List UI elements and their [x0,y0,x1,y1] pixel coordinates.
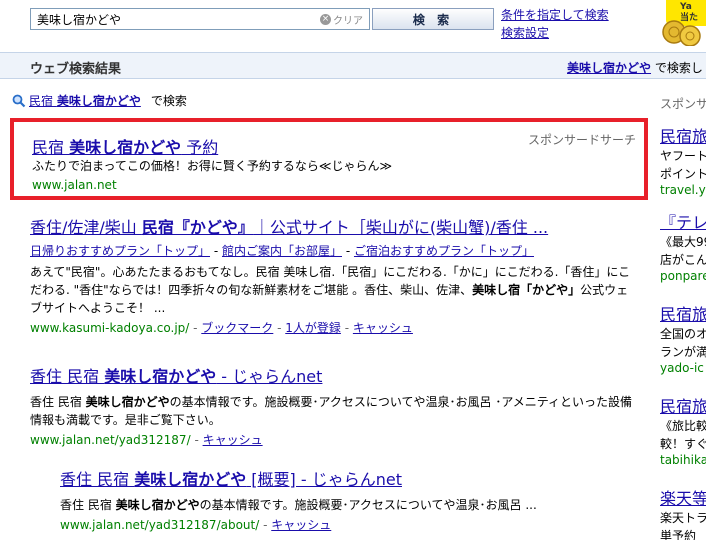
right-sponsored-column: スポンサ 民宿旅 ヤフートラ ポイントや travel.ya 『テレビ 《最大9… [660,95,706,540]
right-ad-line: 全国のオ [660,327,706,341]
also-search-suffix: で検索 [150,94,187,108]
result-snippet: 香住 民宿 美味し宿かどやの基本情報です。施設概要･アクセスについてや温泉･お風… [60,498,537,512]
right-ad-title[interactable]: 民宿旅 [660,123,706,147]
right-ad-line: 《最大99 [660,235,706,249]
clear-button[interactable]: × クリア [317,12,366,27]
results-query: 美味し宿かどや で検索し [567,59,703,76]
cache-link[interactable]: キャッシュ [203,433,263,447]
result-url-line: www.kasumi-kadoya.co.jp/ - ブックマーク - 1人が登… [30,321,413,335]
also-search-query: 美味し宿かどや [56,94,141,108]
sponsored-title-link[interactable]: 民宿 美味し宿かどや 予約 [32,134,218,158]
right-ad-line: 単予約 [660,529,697,540]
search-box: × クリア [30,8,370,30]
result-url: www.kasumi-kadoya.co.jp/ [30,321,190,335]
right-ad-line: 楽天トラ [660,511,706,525]
result-title-link[interactable]: 香住 民宿 美味し宿かどや [概要] - じゃらんnet [60,470,402,489]
also-search-suggestion: 民宿 美味し宿かどや で検索 [12,92,187,109]
also-search-prefix: 民宿 [29,94,54,108]
right-ad-url: tabihika [660,453,706,467]
sponsored-result: スポンサードサーチ 民宿 美味し宿かどや 予約 ふたりで泊まってこの価格！お得に… [10,118,648,200]
result-snippet: 香住 民宿 美味し宿かどやの基本情報です。施設概要･アクセスについてや温泉･お風… [30,395,632,427]
right-ad-line: ヤフートラ [660,149,706,163]
result-url: www.jalan.net/yad312187/about/ [60,518,260,532]
results-title: ウェブ検索結果 [30,62,122,77]
results-header: ウェブ検索結果 美味し宿かどや で検索し [0,52,706,79]
result-title-link[interactable]: 香住/佐津/柴山 民宿『かどや』｜公式サイト［柴山がに(柴山蟹)/香住 ... [30,218,548,237]
top-search-bar: × クリア 検 索 条件を指定して検索 検索設定 Ya 当た [0,0,706,46]
also-search-link[interactable]: 民宿 美味し宿かどや [29,92,141,109]
clear-icon: × [320,13,331,25]
right-ad-title[interactable]: 民宿旅 [660,393,706,417]
result-sublinks: 日帰りおすすめプラン「トップ」 - 館内ご案内「お部屋」 - ご宿泊おすすめプラ… [30,244,534,258]
right-ad-line: 店がこん [660,253,706,267]
advanced-search-link[interactable]: 条件を指定して検索 [501,6,609,23]
right-ad-title[interactable]: 楽天等 [660,485,706,509]
registered-count-link[interactable]: 1人が登録 [285,321,341,335]
sponsored-label: スポンサードサーチ [527,133,636,147]
sponsored-description: ふたりで泊まってこの価格！お得に賢く予約するなら≪じゃらん≫ [32,159,393,173]
right-ad-url: ponpare [660,269,706,283]
sublink-stay-plan[interactable]: ご宿泊おすすめプラン「トップ」 [354,244,534,258]
right-ad-line: 較！すぐ [660,437,706,451]
promo-banner[interactable]: Ya 当た [660,0,706,46]
right-ad-url: yado-ic [660,361,704,375]
search-input[interactable] [31,9,321,29]
cache-link[interactable]: キャッシュ [271,518,331,532]
result-url-line: www.jalan.net/yad312187/ - キャッシュ [30,433,263,447]
right-ad-line: ポイントや [660,167,706,181]
clear-label: クリア [333,15,363,27]
results-query-suffix: で検索し [654,61,703,75]
search-icon [12,94,26,107]
sponsored-url: www.jalan.net [32,178,117,192]
result-title-link[interactable]: 香住 民宿 美味し宿かどや - じゃらんnet [30,367,322,386]
sublink-day-trip[interactable]: 日帰りおすすめプラン「トップ」 [30,244,210,258]
result-url-line: www.jalan.net/yad312187/about/ - キャッシュ [60,518,332,532]
search-result: 香住 民宿 美味し宿かどや - じゃらんnet 香住 民宿 美味し宿かどやの基本… [30,363,640,448]
promo-text-1: Ya [680,2,692,12]
result-snippet: あえて"民宿"。心あたたまるおもてなし。民宿 美味し宿.「民宿」にこだわる.「か… [30,265,631,315]
bookmark-link[interactable]: ブックマーク [201,321,273,335]
search-result: 香住/佐津/柴山 民宿『かどや』｜公式サイト［柴山がに(柴山蟹)/香住 ... … [30,214,640,336]
search-button[interactable]: 検 索 [372,8,494,30]
right-sponsored-label: スポンサ [660,97,706,111]
sublink-rooms[interactable]: 館内ご案内「お部屋」 [222,244,342,258]
right-ad-line: ランが満 [660,345,706,359]
right-ad-url: travel.ya [660,183,706,197]
search-settings-link[interactable]: 検索設定 [501,24,549,41]
coins-icon [662,20,701,46]
result-url: www.jalan.net/yad312187/ [30,433,191,447]
results-query-link[interactable]: 美味し宿かどや [567,61,651,75]
right-ad-title[interactable]: 『テレビ [660,209,706,233]
search-result-indented: 香住 民宿 美味し宿かどや [概要] - じゃらんnet 香住 民宿 美味し宿か… [60,466,640,533]
right-ad-title[interactable]: 民宿旅 [660,301,706,325]
right-ad-line: 《旅比較 [660,419,706,433]
cache-link[interactable]: キャッシュ [353,321,413,335]
